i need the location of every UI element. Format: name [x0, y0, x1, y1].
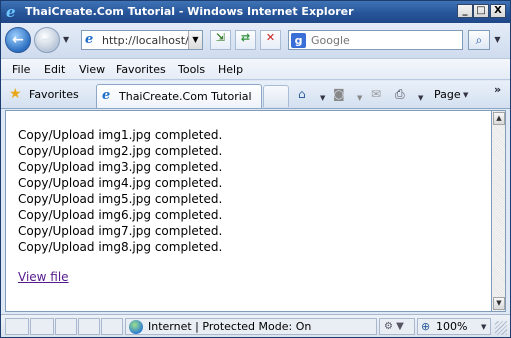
zoom-dropdown-icon[interactable]: ▼: [481, 323, 486, 331]
scroll-down-icon[interactable]: ▼: [493, 297, 505, 310]
title-bar[interactable]: e ThaiCreate.Com Tutorial - Windows Inte…: [1, 1, 510, 23]
mail-icon[interactable]: ✉: [371, 87, 381, 101]
favorites-star-icon[interactable]: ★: [9, 86, 22, 102]
close-button[interactable]: X: [490, 4, 506, 18]
zoom-control[interactable]: ⊕ 100% ▼: [417, 318, 491, 335]
menu-edit[interactable]: Edit: [44, 63, 65, 76]
list-item: Copy/Upload img6.jpg completed.: [18, 208, 223, 222]
google-search-provider-icon: g: [291, 33, 306, 48]
zone-text: Internet | Protected Mode: On: [148, 320, 312, 333]
tab-label: ThaiCreate.Com Tutorial: [119, 90, 252, 103]
address-bar[interactable]: e ▼: [81, 30, 203, 50]
view-file-link[interactable]: View file: [18, 270, 69, 284]
menu-file[interactable]: File: [12, 63, 30, 76]
page-menu-button[interactable]: Page: [434, 88, 461, 101]
upload-results-list: Copy/Upload img1.jpg completed. Copy/Upl…: [18, 127, 222, 255]
list-item: Copy/Upload img5.jpg completed.: [18, 192, 223, 206]
print-dropdown-icon[interactable]: ▼: [418, 91, 423, 105]
feeds-dropdown-icon[interactable]: ▼: [357, 91, 362, 105]
home-dropdown-icon[interactable]: ▼: [320, 91, 325, 105]
page-dropdown-icon[interactable]: ▼: [463, 91, 468, 99]
home-icon[interactable]: ⌂: [298, 87, 306, 101]
recent-pages-dropdown-icon[interactable]: ▼: [63, 35, 69, 44]
menu-view[interactable]: View: [79, 63, 105, 76]
vertical-scrollbar[interactable]: ▲ ▼: [491, 110, 506, 312]
toolbar-overflow-icon[interactable]: »: [494, 83, 501, 96]
print-icon[interactable]: ⎙: [395, 87, 405, 101]
zoom-icon: ⊕: [421, 320, 431, 333]
scroll-up-icon[interactable]: ▲: [493, 112, 505, 125]
address-dropdown-icon[interactable]: ▼: [188, 31, 202, 49]
menu-bar: File Edit View Favorites Tools Help: [1, 58, 510, 80]
minimize-button[interactable]: _: [457, 4, 473, 18]
address-input[interactable]: [102, 32, 190, 48]
window-title: ThaiCreate.Com Tutorial - Windows Intern…: [25, 5, 354, 18]
maximize-button[interactable]: □: [473, 4, 489, 18]
zoom-level: 100%: [436, 320, 468, 333]
menu-tools[interactable]: Tools: [178, 63, 205, 76]
search-box[interactable]: g: [288, 30, 463, 50]
list-item: Copy/Upload img3.jpg completed.: [18, 160, 223, 174]
refresh-icon[interactable]: ⇄: [235, 30, 256, 50]
menu-help[interactable]: Help: [218, 63, 243, 76]
list-item: Copy/Upload img7.jpg completed.: [18, 224, 223, 238]
favorites-button[interactable]: Favorites: [29, 88, 79, 101]
tab-ie-icon: e: [102, 88, 111, 103]
status-cell: [30, 318, 54, 335]
browser-window: e ThaiCreate.Com Tutorial - Windows Inte…: [0, 0, 511, 338]
forward-button[interactable]: →: [34, 27, 60, 53]
feeds-icon[interactable]: ◙: [333, 87, 345, 101]
new-tab-button[interactable]: [263, 85, 289, 107]
resize-grip[interactable]: [495, 321, 507, 335]
internet-zone-icon: [129, 320, 143, 334]
status-bar: Internet | Protected Mode: On ⚙ ▼ ⊕ 100%…: [1, 314, 510, 337]
status-cell: [78, 318, 100, 335]
status-cell: [55, 318, 77, 335]
back-button[interactable]: ←: [5, 27, 31, 53]
protected-mode-dropdown[interactable]: ⚙ ▼: [379, 318, 415, 335]
list-item: Copy/Upload img8.jpg completed.: [18, 240, 223, 254]
list-item: Copy/Upload img1.jpg completed.: [18, 128, 223, 142]
search-input[interactable]: [311, 32, 459, 48]
tab-thaicreate[interactable]: e ThaiCreate.Com Tutorial: [96, 84, 262, 108]
ie-logo-icon: e: [6, 3, 16, 21]
search-options-dropdown-icon[interactable]: ▼: [491, 30, 504, 50]
status-cell: [101, 318, 123, 335]
menu-favorites[interactable]: Favorites: [116, 63, 166, 76]
favorites-tab-bar: ★ Favorites e ThaiCreate.Com Tutorial ⌂ …: [1, 81, 510, 109]
compatibility-view-icon[interactable]: ⇲: [210, 30, 231, 50]
list-item: Copy/Upload img2.jpg completed.: [18, 144, 223, 158]
page-content: Copy/Upload img1.jpg completed. Copy/Upl…: [5, 110, 491, 312]
security-zone[interactable]: Internet | Protected Mode: On: [125, 318, 377, 335]
page-ie-icon: e: [85, 32, 94, 47]
search-button[interactable]: ⌕: [468, 30, 490, 50]
navigation-toolbar: ← → ▼ e ▼ ⇲ ⇄ ✕ g ⌕ ▼: [1, 23, 510, 58]
status-cell: [5, 318, 29, 335]
stop-icon[interactable]: ✕: [260, 30, 281, 50]
list-item: Copy/Upload img4.jpg completed.: [18, 176, 223, 190]
